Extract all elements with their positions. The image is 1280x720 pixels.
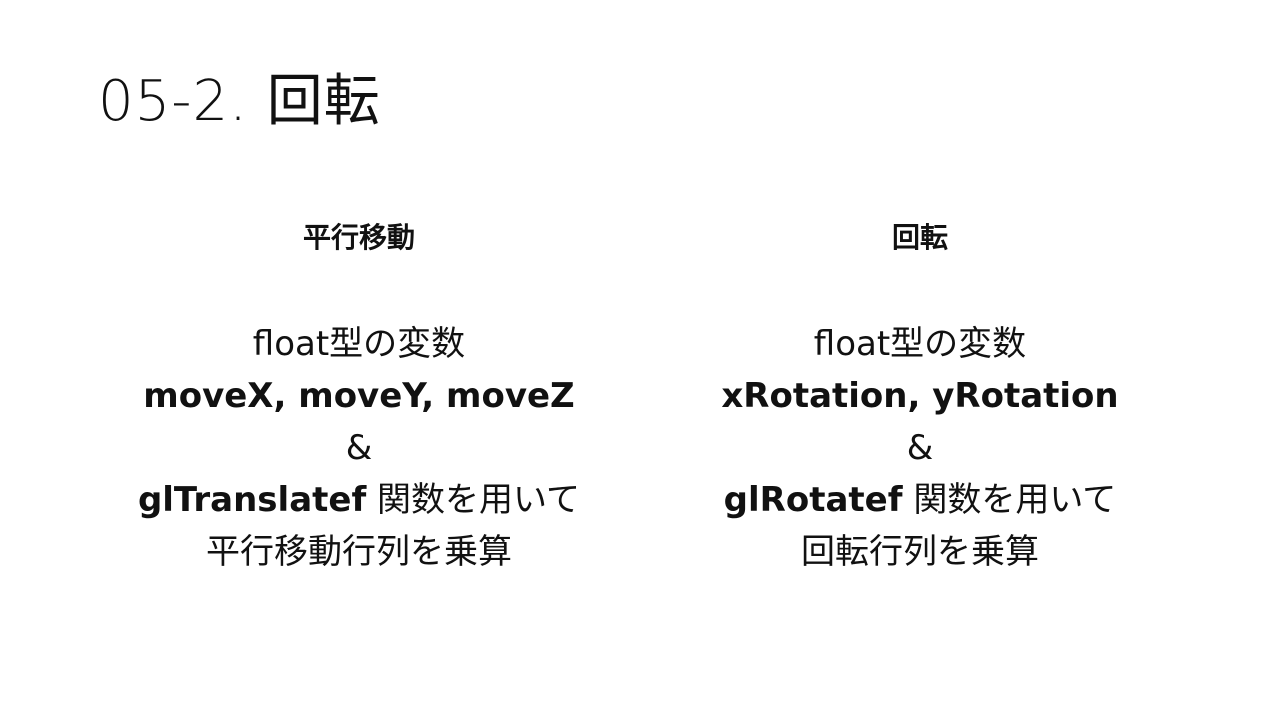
translation-column: 平行移動 float型の変数 moveX, moveY, moveZ & glT… — [79, 218, 639, 578]
translation-variable-type: float型の変数 — [252, 324, 466, 364]
rotation-function-desc: 関数を用いて — [902, 480, 1117, 520]
translation-function-line: glTranslatef 関数を用いて — [79, 474, 639, 526]
rotation-variable-type: float型の変数 — [813, 324, 1027, 364]
rotation-function-line: glRotatef 関数を用いて — [640, 474, 1200, 526]
translation-ampersand: & — [345, 428, 373, 468]
rotation-function-name: glRotatef — [723, 480, 903, 520]
translation-variable-names: moveX, moveY, moveZ — [143, 376, 575, 416]
translation-function-name: glTranslatef — [137, 480, 367, 520]
rotation-matrix-desc: 回転行列を乗算 — [801, 532, 1039, 572]
rotation-ampersand: & — [906, 428, 934, 468]
translation-heading: 平行移動 — [302, 221, 415, 254]
rotation-column: 回転 float型の変数 xRotation, yRotation & glRo… — [640, 218, 1200, 578]
rotation-variable-names: xRotation, yRotation — [721, 376, 1119, 416]
slide-title: 05-2. 回転 — [98, 69, 381, 134]
rotation-heading: 回転 — [891, 221, 948, 254]
translation-matrix-desc: 平行移動行列を乗算 — [206, 532, 512, 572]
translation-function-desc: 関数を用いて — [366, 480, 581, 520]
